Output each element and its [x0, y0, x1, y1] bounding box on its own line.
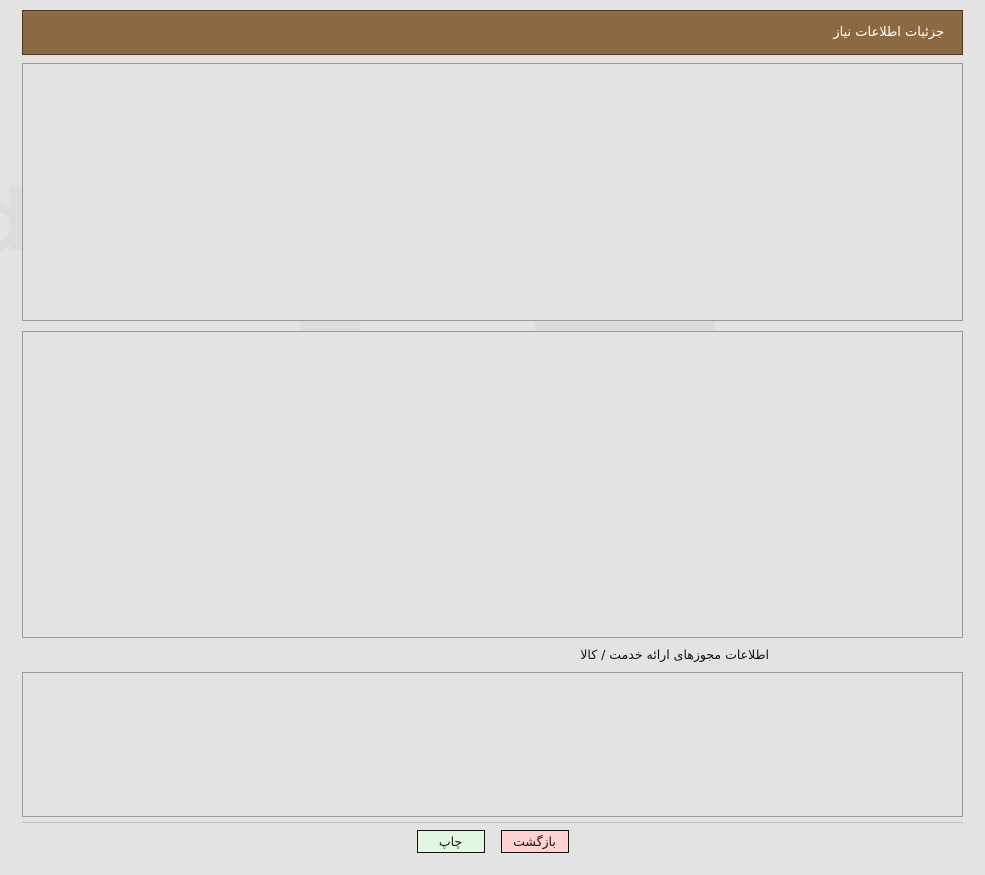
need-details-panel — [22, 331, 963, 638]
need-summary-panel — [22, 63, 963, 321]
print-button[interactable]: چاپ — [416, 830, 485, 853]
permits-panel — [22, 672, 963, 817]
back-button[interactable]: بازگشت — [500, 830, 569, 853]
footer-divider — [22, 822, 963, 823]
footer-button-bar: بازگشت چاپ — [0, 830, 985, 853]
page-header: جزئیات اطلاعات نیاز — [22, 10, 963, 55]
page-root: AriaTender.net جزئیات اطلاعات نیاز شماره… — [0, 0, 985, 875]
permits-section-title: اطلاعات مجوزهای ارائه خدمت / کالا — [580, 647, 769, 662]
page-title: جزئیات اطلاعات نیاز — [833, 25, 944, 40]
